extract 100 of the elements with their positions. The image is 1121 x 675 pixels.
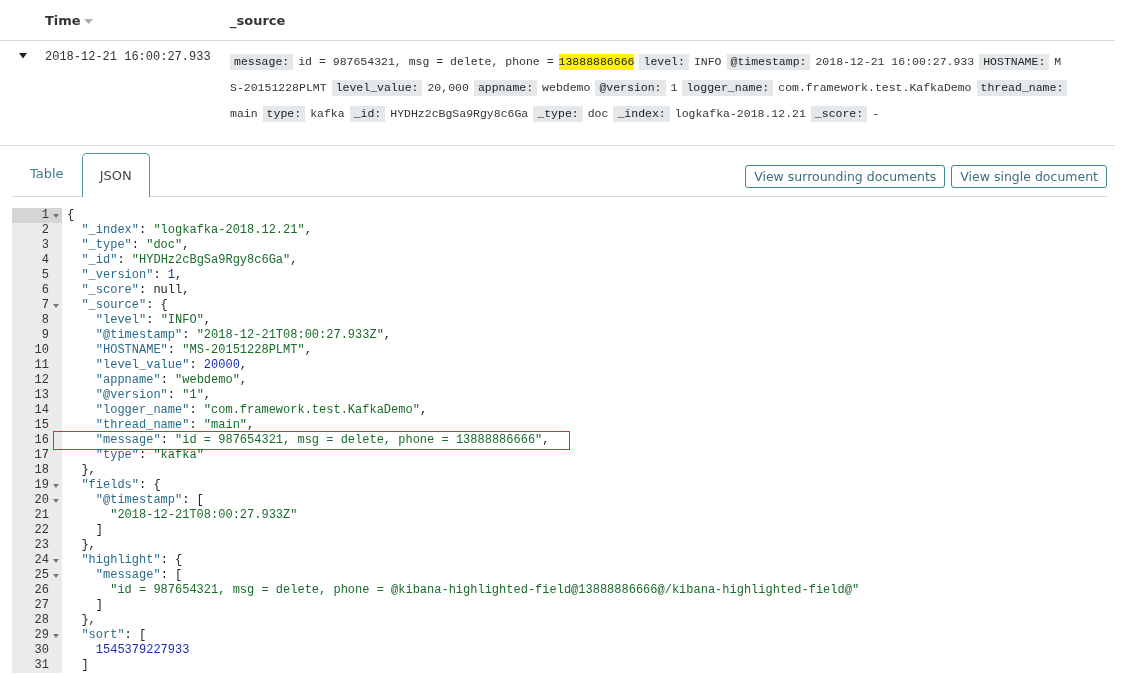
json-punctuation: {	[67, 208, 75, 222]
json-string: "HYDHz2cBgSa9Rgy8c6Ga"	[131, 253, 291, 267]
json-key: "HOSTNAME"	[67, 343, 168, 357]
field-label: @version:	[595, 80, 666, 96]
json-string: "MS-20151228PLMT"	[182, 343, 305, 357]
tab[interactable]: JSON	[81, 153, 150, 197]
fold-caret-icon[interactable]	[52, 558, 59, 563]
json-key: "message"	[67, 568, 161, 582]
field-value: INFO	[693, 54, 722, 70]
json-punctuation: : {	[160, 553, 183, 567]
json-punctuation: ,	[304, 223, 312, 237]
line-number: 15	[34, 418, 49, 433]
line-number: 17	[34, 448, 49, 463]
json-punctuation: ,	[203, 388, 212, 402]
json-punctuation: :	[189, 418, 198, 432]
line-number: 14	[34, 403, 49, 418]
field-value: -	[872, 106, 880, 122]
fold-caret-icon[interactable]	[52, 633, 59, 638]
fold-caret-icon[interactable]	[52, 573, 59, 578]
field-label: HOSTNAME:	[979, 54, 1050, 70]
line-number: 23	[34, 538, 49, 553]
json-punctuation: ,	[247, 418, 255, 432]
field-value: 2018-12-21 16:00:27.933	[815, 54, 975, 70]
field-value: webdemo	[542, 80, 591, 96]
json-punctuation: ,	[290, 253, 298, 267]
json-key: "_source"	[67, 298, 147, 312]
json-punctuation: :	[167, 343, 177, 357]
json-punctuation: ,	[383, 328, 392, 342]
view-documents-button[interactable]: View single document	[951, 164, 1107, 188]
json-string: "id = 987654321, msg = delete, phone = @kibana-highlighted-field@13888886666@/kibana-highlighted-field@"	[109, 583, 860, 597]
json-key: "_score"	[67, 283, 139, 297]
field-value: 20,000	[427, 80, 469, 96]
json-punctuation: },	[80, 538, 96, 552]
line-number: 10	[34, 343, 49, 358]
line-number: 20	[34, 493, 49, 508]
fold-caret-icon[interactable]	[52, 498, 59, 503]
fold-caret-icon[interactable]	[52, 483, 59, 488]
expand-caret-icon[interactable]	[18, 53, 27, 59]
line-number: 2	[41, 223, 49, 238]
json-punctuation: ,	[304, 343, 312, 357]
json-punctuation: :	[131, 238, 140, 252]
line-number: 4	[41, 253, 49, 268]
column-header[interactable]: _source	[230, 12, 286, 28]
line-number: 26	[34, 583, 49, 598]
json-punctuation: :	[189, 403, 198, 417]
json-punctuation: ,	[239, 373, 248, 387]
time-cell-text: 2018-12-21 16:00:27.933	[45, 49, 212, 66]
json-punctuation: ]	[80, 658, 89, 672]
field-label: _type:	[533, 106, 583, 122]
json-string: "doc"	[146, 238, 183, 252]
json-key: "_version"	[67, 268, 154, 282]
line-number: 31	[34, 658, 49, 673]
tab[interactable]: Table	[12, 153, 82, 193]
json-number: 1545379227933	[94, 643, 190, 657]
json-key: "@version"	[67, 388, 168, 402]
json-key: "@timestamp"	[67, 328, 183, 342]
line-number: 12	[34, 373, 49, 388]
json-punctuation: :	[117, 253, 126, 267]
field-value: id = 987654321, msg = delete, phone =	[298, 54, 554, 70]
json-punctuation: :	[189, 358, 198, 372]
json-key: "level"	[67, 313, 147, 327]
json-punctuation: :	[182, 328, 191, 342]
json-key: "_id"	[67, 253, 118, 267]
field-label: logger_name:	[682, 80, 774, 96]
highlighted-value: 13888886666	[558, 54, 635, 70]
json-string: "2018-12-21T08:00:27.933Z"	[196, 328, 384, 342]
line-number: 16	[34, 433, 49, 448]
line-number: 24	[34, 553, 49, 568]
json-key: "type"	[67, 448, 139, 462]
fold-caret-icon[interactable]	[52, 303, 59, 308]
json-key: "fields"	[67, 478, 139, 492]
json-string: "INFO"	[160, 313, 204, 327]
line-number: 7	[41, 298, 49, 313]
json-string: "1"	[182, 388, 204, 402]
line-number: 25	[34, 568, 49, 583]
json-key: "highlight"	[67, 553, 161, 567]
field-label: _id:	[349, 106, 386, 122]
field-value: HYDHz2cBgSa9Rgy8c6Ga	[390, 106, 529, 122]
field-label: message:	[230, 54, 294, 70]
line-number: 13	[34, 388, 49, 403]
line-number: 6	[41, 283, 49, 298]
sort-caret-icon[interactable]	[83, 18, 93, 25]
json-punctuation: : null,	[139, 283, 190, 297]
view-documents-button[interactable]: View surrounding documents	[745, 164, 946, 188]
json-key: "@timestamp"	[67, 493, 183, 507]
json-punctuation: ]	[94, 523, 103, 537]
field-label: _score:	[810, 106, 868, 122]
column-header[interactable]: Time	[45, 12, 81, 28]
field-label: @timestamp:	[726, 54, 811, 70]
json-key: "logger_name"	[67, 403, 190, 417]
line-number: 21	[34, 508, 49, 523]
json-punctuation: ,	[182, 238, 190, 252]
field-value: S-20151228PLMT	[230, 80, 327, 96]
fold-caret-icon[interactable]	[52, 213, 59, 218]
json-punctuation: :	[146, 313, 155, 327]
field-label: thread_name:	[976, 80, 1068, 96]
field-value: kafka	[310, 106, 345, 122]
field-value: logkafka-2018.12.21	[674, 106, 806, 122]
json-key: "_type"	[67, 238, 132, 252]
field-label: _index:	[613, 106, 670, 122]
